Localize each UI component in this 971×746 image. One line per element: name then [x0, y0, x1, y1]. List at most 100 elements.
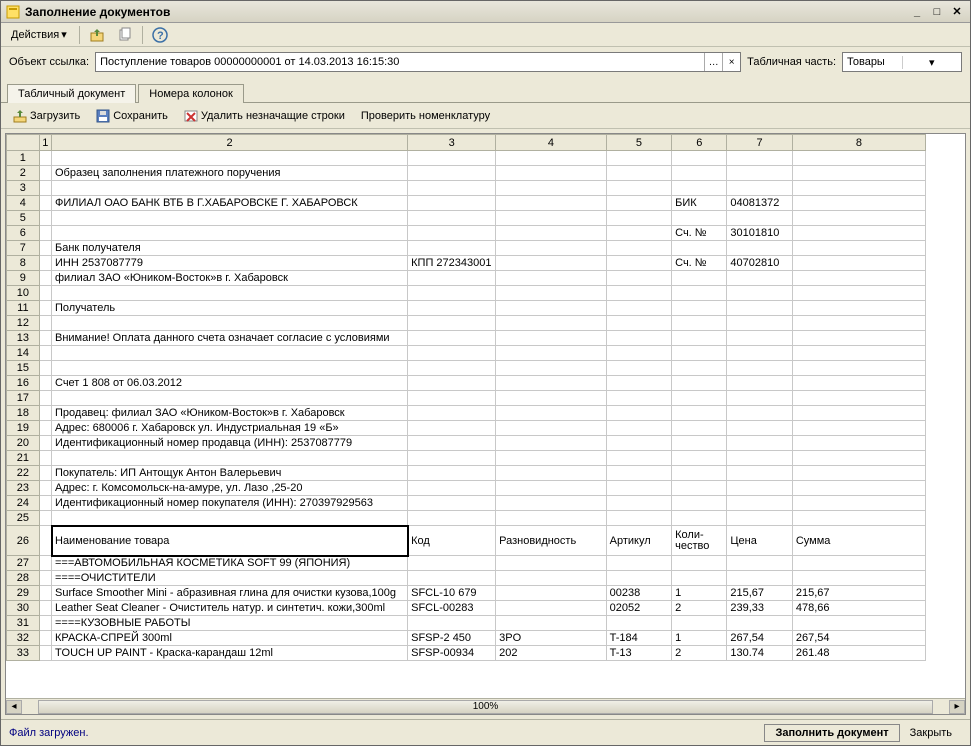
cell[interactable] — [606, 196, 671, 211]
cell[interactable]: 239,33 — [727, 601, 792, 616]
cell[interactable] — [39, 466, 51, 481]
cell[interactable] — [408, 331, 496, 346]
cell[interactable] — [727, 421, 792, 436]
cell[interactable]: 3PO — [496, 631, 607, 646]
maximize-button[interactable]: □ — [928, 4, 946, 20]
cell[interactable]: Разновидность — [496, 526, 607, 556]
cell[interactable] — [39, 286, 51, 301]
cell[interactable] — [408, 481, 496, 496]
row-header[interactable]: 27 — [7, 556, 40, 571]
cell[interactable] — [39, 241, 51, 256]
row-header[interactable]: 18 — [7, 406, 40, 421]
cell[interactable] — [727, 436, 792, 451]
cell[interactable]: T-184 — [606, 631, 671, 646]
cell[interactable] — [727, 391, 792, 406]
cell[interactable] — [408, 451, 496, 466]
cell[interactable] — [52, 361, 408, 376]
cell[interactable] — [39, 226, 51, 241]
cell[interactable] — [792, 301, 925, 316]
cell[interactable] — [408, 241, 496, 256]
cell[interactable] — [606, 346, 671, 361]
cell[interactable] — [408, 391, 496, 406]
cell[interactable] — [727, 346, 792, 361]
cell[interactable] — [727, 211, 792, 226]
row-header[interactable]: 16 — [7, 376, 40, 391]
row-header[interactable]: 24 — [7, 496, 40, 511]
cell[interactable] — [606, 286, 671, 301]
row-header[interactable]: 19 — [7, 421, 40, 436]
cell[interactable] — [496, 571, 607, 586]
cell[interactable] — [606, 481, 671, 496]
cell[interactable] — [52, 511, 408, 526]
cell[interactable] — [792, 181, 925, 196]
cell[interactable]: 30101810 — [727, 226, 792, 241]
delete-rows-button[interactable]: Удалить незначащие строки — [178, 107, 351, 125]
cell[interactable] — [727, 616, 792, 631]
cell[interactable] — [792, 241, 925, 256]
table-row[interactable]: 26Наименование товараКодРазновидностьАрт… — [7, 526, 926, 556]
table-row[interactable]: 18Продавец: филиал ЗАО «Юником-Восток»в … — [7, 406, 926, 421]
cell[interactable] — [408, 226, 496, 241]
table-row[interactable]: 12 — [7, 316, 926, 331]
cell[interactable] — [39, 451, 51, 466]
cell[interactable] — [606, 226, 671, 241]
row-header[interactable]: 5 — [7, 211, 40, 226]
row-header[interactable]: 17 — [7, 391, 40, 406]
cell[interactable] — [727, 406, 792, 421]
cell[interactable] — [496, 376, 607, 391]
cell[interactable] — [496, 166, 607, 181]
cell[interactable] — [727, 571, 792, 586]
grid-scroll[interactable]: 12345678 12Образец заполнения платежного… — [6, 134, 965, 698]
row-header[interactable]: 32 — [7, 631, 40, 646]
row-header[interactable]: 21 — [7, 451, 40, 466]
cell[interactable]: Цена — [727, 526, 792, 556]
cell[interactable]: SFCL-00283 — [408, 601, 496, 616]
cell[interactable]: Сч. № — [672, 226, 727, 241]
load-icon-button[interactable] — [86, 25, 108, 45]
col-header[interactable]: 8 — [792, 135, 925, 151]
copy-icon-button[interactable] — [114, 25, 136, 45]
cell[interactable]: КПП 272343001 — [408, 256, 496, 271]
row-header[interactable]: 22 — [7, 466, 40, 481]
cell[interactable] — [408, 571, 496, 586]
cell[interactable] — [408, 406, 496, 421]
cell[interactable]: 261.48 — [792, 646, 925, 661]
cell[interactable] — [727, 331, 792, 346]
cell[interactable] — [39, 331, 51, 346]
cell[interactable] — [606, 151, 671, 166]
row-header[interactable]: 26 — [7, 526, 40, 556]
cell[interactable] — [39, 436, 51, 451]
table-row[interactable]: 31 ====КУЗОВНЫЕ РАБОТЫ — [7, 616, 926, 631]
scroll-track[interactable]: 100% — [38, 700, 933, 714]
table-row[interactable]: 29 Surface Smoother Mini - абразивная гли… — [7, 586, 926, 601]
cell[interactable]: Счет 1 808 от 06.03.2012 — [52, 376, 408, 391]
row-header[interactable]: 13 — [7, 331, 40, 346]
check-button[interactable]: Проверить номенклатуру — [355, 108, 496, 124]
cell[interactable] — [606, 331, 671, 346]
cell[interactable] — [727, 376, 792, 391]
cell[interactable] — [39, 511, 51, 526]
cell[interactable] — [606, 181, 671, 196]
row-header[interactable]: 29 — [7, 586, 40, 601]
cell[interactable] — [672, 301, 727, 316]
row-header[interactable]: 6 — [7, 226, 40, 241]
cell[interactable] — [792, 481, 925, 496]
row-header[interactable]: 3 — [7, 181, 40, 196]
cell[interactable] — [792, 511, 925, 526]
cell[interactable] — [496, 421, 607, 436]
cell[interactable]: TOUCH UP PAINT - Краска-карандаш 12ml — [52, 646, 408, 661]
cell[interactable] — [606, 571, 671, 586]
cell[interactable] — [408, 151, 496, 166]
cell[interactable] — [792, 346, 925, 361]
cell[interactable]: КРАСКА-СПРЕЙ 300ml — [52, 631, 408, 646]
cell[interactable] — [672, 151, 727, 166]
cell[interactable] — [792, 211, 925, 226]
row-header[interactable]: 31 — [7, 616, 40, 631]
cell[interactable] — [792, 376, 925, 391]
close-window-button[interactable]: Закрыть — [900, 725, 962, 741]
cell[interactable]: Surface Smoother Mini - абразивная глина… — [52, 586, 408, 601]
fill-document-button[interactable]: Заполнить документ — [764, 724, 899, 742]
cell[interactable] — [672, 211, 727, 226]
actions-menu[interactable]: Действия ▾ — [5, 26, 73, 43]
cell[interactable]: 40702810 — [727, 256, 792, 271]
